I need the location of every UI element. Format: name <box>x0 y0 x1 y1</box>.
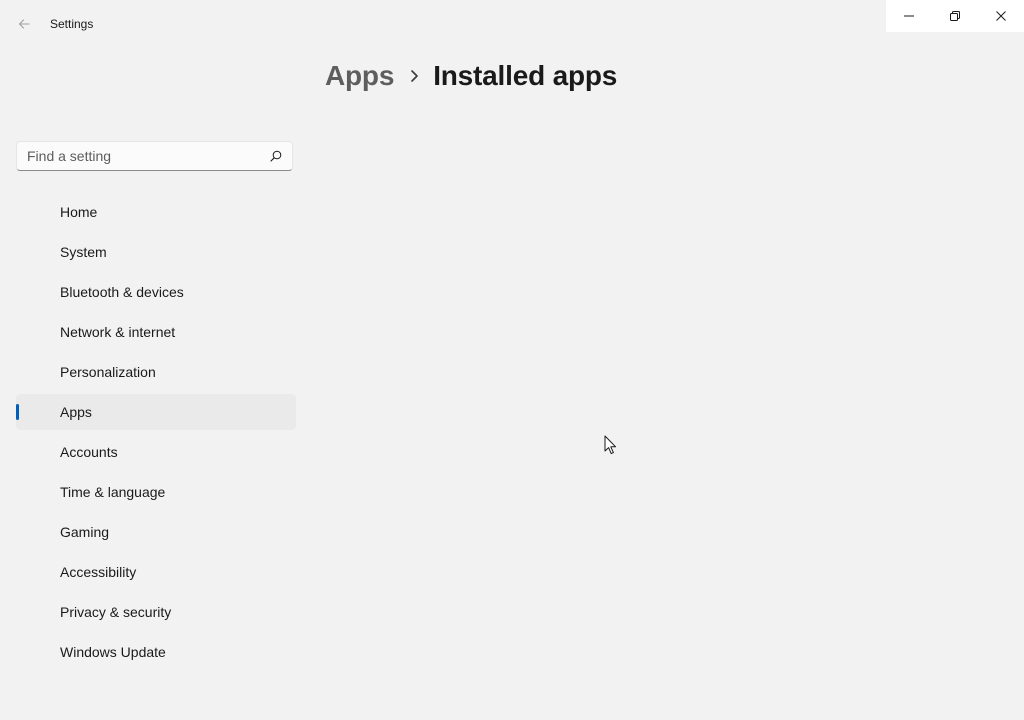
breadcrumb: Apps Installed apps <box>325 56 617 96</box>
sidebar-item-personalization[interactable]: Personalization <box>16 354 296 390</box>
sidebar-nav: Home System Bluetooth & devices Network … <box>16 194 296 674</box>
sidebar-item-label: Personalization <box>60 364 156 380</box>
selection-indicator <box>16 404 19 420</box>
back-button[interactable] <box>12 12 36 36</box>
sidebar-item-home[interactable]: Home <box>16 194 296 230</box>
sidebar-item-network-internet[interactable]: Network & internet <box>16 314 296 350</box>
mouse-pointer-icon <box>604 435 617 455</box>
caption-buttons <box>886 0 1024 32</box>
breadcrumb-separator <box>410 69 419 83</box>
close-button[interactable] <box>978 0 1024 32</box>
minimize-button[interactable] <box>886 0 932 32</box>
search-input[interactable] <box>17 142 267 170</box>
app-title: Settings <box>50 17 94 31</box>
close-icon <box>996 11 1006 21</box>
sidebar-item-label: Windows Update <box>60 644 166 660</box>
restore-button[interactable] <box>932 0 978 32</box>
sidebar-item-label: Home <box>60 204 98 220</box>
sidebar-item-label: Time & language <box>60 484 166 500</box>
page-title: Installed apps <box>433 60 618 91</box>
sidebar-item-label: Accounts <box>60 444 118 460</box>
sidebar-item-windows-update[interactable]: Windows Update <box>16 634 296 670</box>
breadcrumb-apps-link[interactable]: Apps <box>325 60 394 92</box>
sidebar-item-label: Accessibility <box>60 564 137 580</box>
sidebar-item-time-language[interactable]: Time & language <box>16 474 296 510</box>
restore-icon <box>950 11 960 21</box>
sidebar-item-privacy-security[interactable]: Privacy & security <box>16 594 296 630</box>
sidebar-item-label: Apps <box>60 404 92 420</box>
sidebar-item-gaming[interactable]: Gaming <box>16 514 296 550</box>
sidebar-item-bluetooth-devices[interactable]: Bluetooth & devices <box>16 274 296 310</box>
minimize-icon <box>904 15 914 17</box>
sidebar-item-label: System <box>60 244 107 260</box>
arrow-left-icon <box>18 19 30 29</box>
sidebar-item-label: Gaming <box>60 524 110 540</box>
sidebar-item-accessibility[interactable]: Accessibility <box>16 554 296 590</box>
sidebar-item-accounts[interactable]: Accounts <box>16 434 296 470</box>
sidebar-item-label: Privacy & security <box>60 604 172 620</box>
search-icon[interactable] <box>270 150 282 162</box>
title-bar: Settings <box>0 0 1024 48</box>
sidebar-item-label: Network & internet <box>60 324 176 340</box>
search-box <box>16 141 293 171</box>
sidebar-item-apps[interactable]: Apps <box>16 394 296 430</box>
chevron-right-icon <box>411 70 419 82</box>
sidebar-item-system[interactable]: System <box>16 234 296 270</box>
sidebar-item-label: Bluetooth & devices <box>60 284 184 300</box>
